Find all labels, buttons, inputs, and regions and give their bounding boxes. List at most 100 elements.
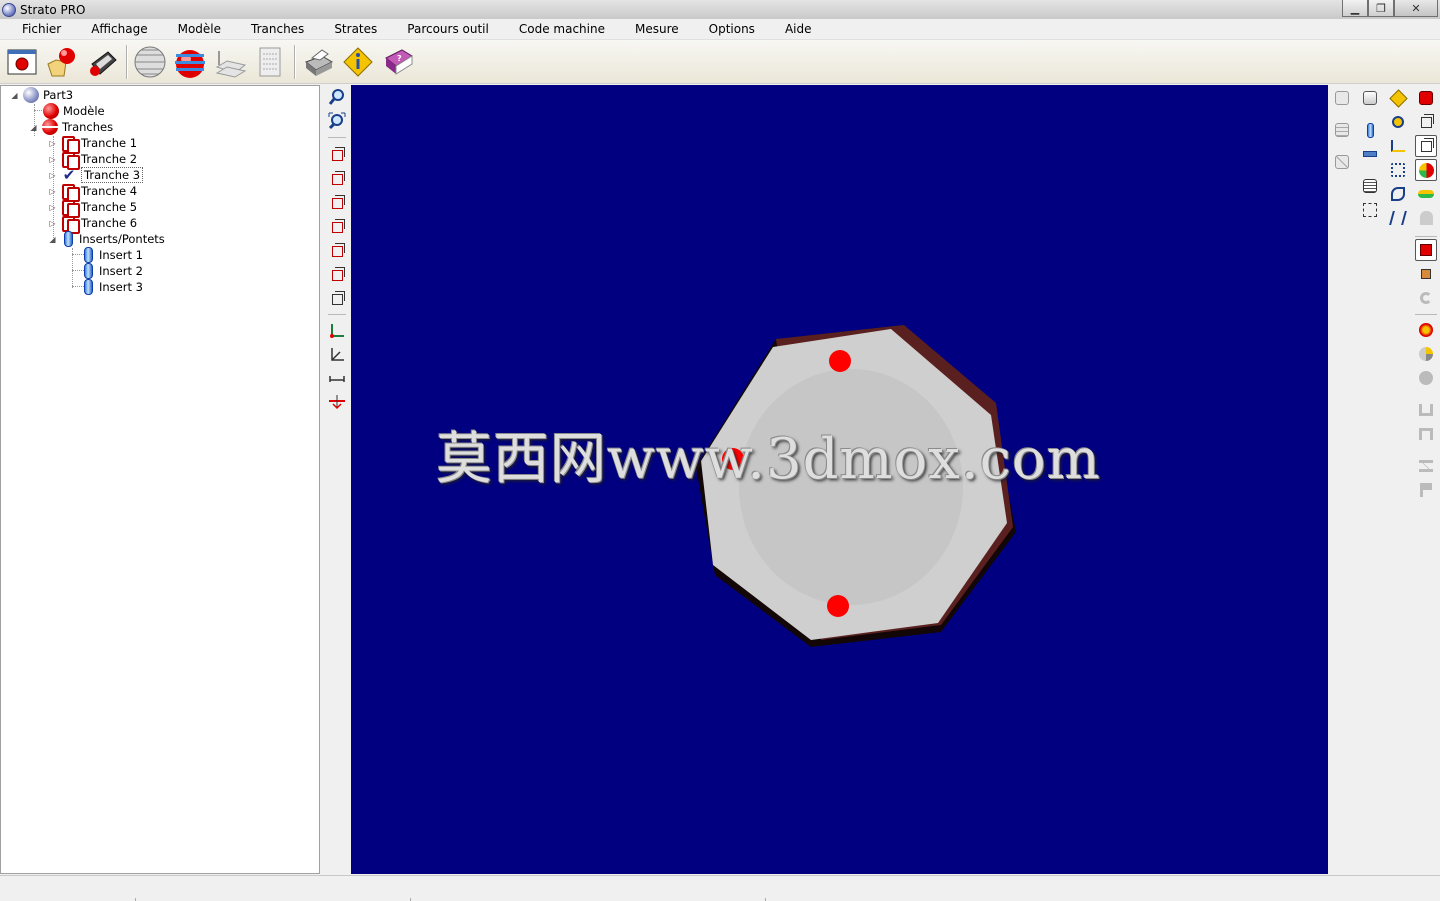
waves-button[interactable] — [1331, 119, 1353, 141]
tree-label-part: Part3 — [43, 88, 74, 102]
curve-button[interactable] — [1387, 183, 1409, 205]
tree-node-slice[interactable]: ▷ Tranche 1 — [48, 135, 137, 154]
axes-angle-button[interactable] — [327, 346, 347, 364]
view-right-button[interactable] — [327, 218, 347, 236]
shading-button[interactable] — [1415, 87, 1437, 109]
menu-modele[interactable]: Modèle — [163, 22, 236, 36]
collapse-arrow-icon[interactable]: ◢ — [29, 123, 38, 132]
menu-code-machine[interactable]: Code machine — [504, 22, 620, 36]
tree-node-insert[interactable]: Insert 2 — [81, 263, 143, 279]
sphere-button[interactable] — [1415, 367, 1437, 389]
toolbar-separator — [1415, 236, 1437, 237]
slice-plane-button[interactable] — [212, 44, 248, 80]
mesh-button[interactable] — [1331, 151, 1353, 173]
axes-icon — [330, 324, 344, 338]
tree-node-slice[interactable]: ▷ Tranche 4 — [48, 183, 137, 202]
sphere-wire-button[interactable] — [132, 44, 168, 80]
zoom-fit-button[interactable] — [327, 112, 347, 130]
tree-node-slice[interactable]: ▷ Tranche 6 — [48, 215, 137, 234]
expand-arrow-icon[interactable]: ▷ — [48, 139, 57, 148]
menu-affichage[interactable]: Affichage — [76, 22, 162, 36]
menu-strates[interactable]: Strates — [319, 22, 392, 36]
tree-node-part[interactable]: ◢ Part3 — [10, 87, 73, 103]
view-top-button[interactable] — [327, 242, 347, 260]
wireframe-button[interactable] — [1415, 111, 1437, 133]
menu-tranches[interactable]: Tranches — [236, 22, 319, 36]
expand-arrow-icon[interactable]: ▷ — [48, 219, 57, 228]
insert-tool-button[interactable] — [1359, 119, 1381, 141]
hidden-line-button[interactable] — [1415, 135, 1437, 157]
close-button[interactable]: ✕ — [1394, 0, 1438, 17]
menu-parcours-outil[interactable]: Parcours outil — [392, 22, 504, 36]
help-book-button[interactable]: ? — [380, 44, 416, 80]
profile-button[interactable] — [1415, 399, 1437, 421]
insert-cylinder-icon — [84, 263, 93, 279]
bracket-button[interactable] — [1415, 423, 1437, 445]
text-button[interactable] — [1331, 87, 1353, 109]
open-model-button[interactable] — [44, 44, 80, 80]
collapse-arrow-icon[interactable]: ◢ — [48, 235, 57, 244]
new-part-button[interactable] — [4, 44, 40, 80]
menu-aide[interactable]: Aide — [770, 22, 827, 36]
node-edit-button[interactable] — [1387, 207, 1409, 229]
expand-arrow-icon[interactable]: ▷ — [48, 155, 57, 164]
view-left-button[interactable] — [327, 194, 347, 212]
info-button[interactable] — [340, 44, 376, 80]
stratify-button[interactable] — [172, 44, 208, 80]
layers-button[interactable] — [1415, 183, 1437, 205]
tree-node-slice[interactable]: ▷ Tranche 5 — [48, 199, 137, 218]
toolbar-separator — [294, 44, 296, 79]
measure-distance-button[interactable] — [327, 368, 347, 386]
nodes-button[interactable] — [1387, 159, 1409, 181]
view-bottom-button[interactable] — [327, 266, 347, 284]
transparent-view-button[interactable] — [1415, 263, 1437, 285]
tree-node-model[interactable]: Modèle — [43, 103, 105, 119]
color-sphere-button[interactable] — [1415, 159, 1437, 181]
flag-button[interactable] — [1415, 479, 1437, 501]
solid-view-button[interactable] — [1415, 239, 1437, 261]
axes-xy-button[interactable] — [327, 322, 347, 340]
print-button[interactable] — [300, 44, 336, 80]
probe-button[interactable] — [1387, 111, 1409, 133]
crop-button[interactable] — [1359, 199, 1381, 221]
tree-node-tranches[interactable]: ◢ Tranches — [29, 119, 113, 135]
title-bar[interactable]: Strato PRO ▁ ❐ ✕ — [0, 0, 1440, 19]
tree-node-insert[interactable]: Insert 3 — [81, 279, 143, 295]
expand-arrow-icon[interactable]: ▷ — [48, 187, 57, 196]
funnel-button[interactable] — [1415, 455, 1437, 477]
gcode-button[interactable] — [252, 44, 288, 80]
path-button[interactable] — [1387, 135, 1409, 157]
bridge-button[interactable] — [1359, 143, 1381, 165]
save-button[interactable] — [84, 44, 120, 80]
part-tree-panel: ◢ Part3 Modèle ◢ Tranches ▷ Tranche 1 ▷ … — [0, 85, 320, 874]
tree-node-inserts[interactable]: ◢ Inserts/Pontets — [48, 231, 165, 247]
view-back-button[interactable] — [327, 170, 347, 188]
maximize-button[interactable]: ❐ — [1368, 0, 1394, 17]
cut-sphere-button[interactable] — [1415, 343, 1437, 365]
menu-mesure[interactable]: Mesure — [620, 22, 694, 36]
minimize-button[interactable]: ▁ — [1342, 0, 1368, 17]
menu-options[interactable]: Options — [694, 22, 770, 36]
tool-path-button[interactable] — [1359, 87, 1381, 109]
rotate-button[interactable] — [1415, 287, 1437, 309]
view-iso-button[interactable] — [327, 290, 347, 308]
restore-icon: ❐ — [1376, 1, 1386, 15]
insert-cylinder-icon — [84, 279, 93, 295]
path-icon — [1391, 140, 1405, 152]
tree-node-insert[interactable]: Insert 1 — [81, 247, 143, 263]
slice-icon — [61, 151, 80, 170]
expand-arrow-icon[interactable]: ▷ — [48, 171, 57, 180]
menu-fichier[interactable]: Fichier — [0, 22, 76, 36]
view-front-button[interactable] — [327, 146, 347, 164]
tree-node-slice-selected[interactable]: ▷ ✔ Tranche 3 — [48, 166, 144, 184]
explode-icon — [1419, 323, 1433, 337]
warning-button[interactable] — [1387, 87, 1409, 109]
tree-node-slice[interactable]: ▷ Tranche 2 — [48, 151, 137, 170]
shape-button[interactable] — [1415, 207, 1437, 229]
explode-button[interactable] — [1415, 319, 1437, 341]
zoom-button[interactable] — [327, 88, 347, 106]
expand-arrow-icon[interactable]: ▷ — [48, 203, 57, 212]
section-button[interactable] — [327, 392, 347, 410]
collapse-arrow-icon[interactable]: ◢ — [10, 91, 19, 100]
report-button[interactable] — [1359, 175, 1381, 197]
